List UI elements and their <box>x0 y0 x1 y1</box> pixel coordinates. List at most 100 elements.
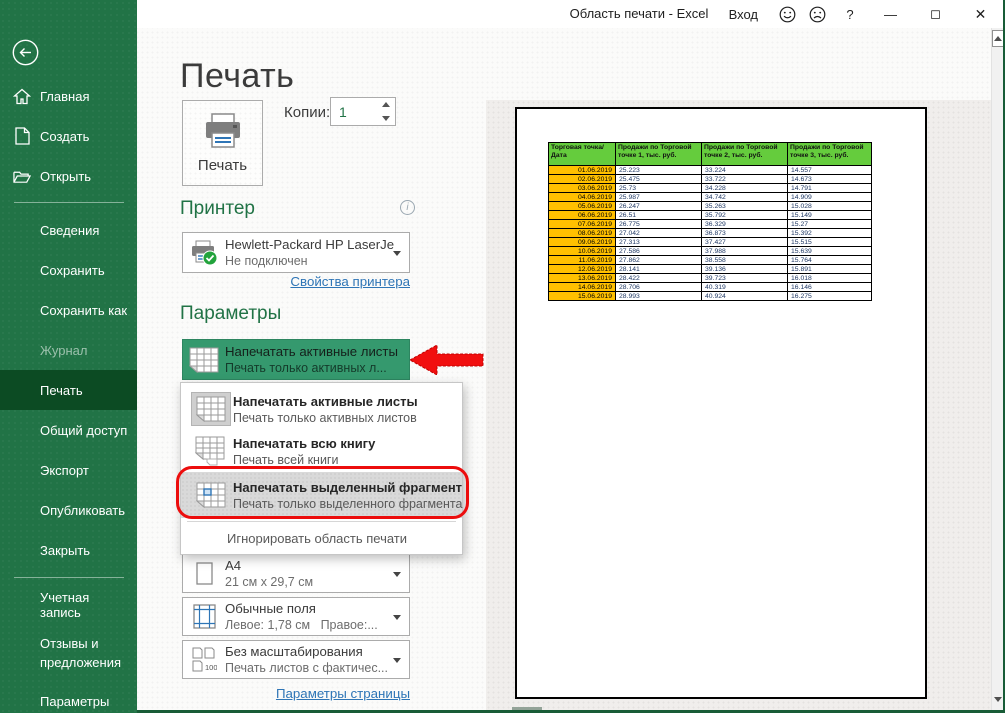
scaling-dropdown[interactable]: 100 Без масштабирования Печать листов с … <box>182 640 410 679</box>
menu-item-ignore-print-area[interactable]: Игнорировать область печати <box>181 525 462 550</box>
spinner-up-icon[interactable] <box>377 98 395 112</box>
menu-item-print-selection[interactable]: Напечатать выделенный фрагмент Печать то… <box>181 472 462 518</box>
table-value-cell: 40.319 <box>702 283 788 292</box>
paper-size-dropdown[interactable]: A4 21 см x 29,7 см <box>182 554 410 593</box>
table-value-cell: 27.586 <box>616 247 702 256</box>
table-row: 12.06.201928.14139.13615.891 <box>549 265 872 274</box>
table-value-cell: 36.329 <box>702 220 788 229</box>
table-value-cell: 25.73 <box>616 184 702 193</box>
entire-workbook-icon <box>189 436 233 466</box>
print-what-dropdown[interactable]: Напечатать активные листы Печать только … <box>182 339 410 380</box>
open-folder-icon <box>13 167 31 185</box>
menu-item-entire-workbook[interactable]: Напечатать всю книгу Печать всей книги <box>181 430 462 472</box>
print-what-selected-subtitle: Печать только активных л... <box>225 361 398 375</box>
printer-name: Hewlett-Packard HP LaserJe... <box>225 237 395 252</box>
spinner-down-icon[interactable] <box>377 112 395 126</box>
table-value-cell: 36.873 <box>702 229 788 238</box>
table-date-cell: 11.06.2019 <box>549 256 616 265</box>
sidebar-divider <box>14 577 124 578</box>
table-value-cell: 16.275 <box>788 292 872 301</box>
table-header-cell: Продажи по Торговой точке 2, тыс. руб. <box>702 143 788 166</box>
margins-subtitle: Левое: 1,78 см Правое:... <box>225 618 395 632</box>
table-value-cell: 39.136 <box>702 265 788 274</box>
table-value-cell: 39.723 <box>702 274 788 283</box>
sidebar-item-label: Параметры <box>40 694 109 709</box>
margins-dropdown[interactable]: Обычные поля Левое: 1,78 см Правое:... <box>182 597 410 636</box>
sidebar-item[interactable]: Опубликовать <box>0 490 137 530</box>
table-value-cell: 15.764 <box>788 256 872 265</box>
sidebar-item[interactable]: Главная <box>0 76 137 116</box>
menu-item-title: Напечатать выделенный фрагмент <box>233 480 462 495</box>
table-date-cell: 10.06.2019 <box>549 247 616 256</box>
copies-label: Копии: <box>284 104 330 121</box>
frown-feedback-icon[interactable] <box>802 0 832 28</box>
print-preview-area: Торговая точка/ ДатаПродажи по Торговой … <box>486 100 991 710</box>
printer-dropdown[interactable]: Hewlett-Packard HP LaserJe... Не подключ… <box>182 232 410 273</box>
sidebar-item[interactable]: Параметры <box>0 681 137 713</box>
printer-properties-link[interactable]: Свойства принтера <box>182 274 410 289</box>
sidebar-item[interactable]: Сохранить как <box>0 290 137 330</box>
sidebar-item[interactable]: Сохранить <box>0 250 137 290</box>
sidebar-item-label: Закрыть <box>40 543 90 558</box>
sidebar-item[interactable]: Экспорт <box>0 450 137 490</box>
table-value-cell: 28.706 <box>616 283 702 292</box>
sidebar-divider <box>14 202 124 203</box>
table-date-cell: 12.06.2019 <box>549 265 616 274</box>
printer-status-icon <box>183 240 225 266</box>
sidebar-item[interactable]: Учетная запись <box>0 585 137 625</box>
window-title: Область печати - Excel <box>570 0 709 28</box>
margins-title: Обычные поля <box>225 601 395 616</box>
table-date-cell: 01.06.2019 <box>549 166 616 175</box>
menu-item-title: Напечатать всю книгу <box>233 436 375 451</box>
help-button[interactable]: ? <box>832 0 868 28</box>
minimize-button[interactable]: — <box>868 0 913 28</box>
sidebar-item[interactable]: Создать <box>0 116 137 156</box>
info-icon[interactable]: i <box>400 200 415 215</box>
table-row: 09.06.201927.31337.42715.515 <box>549 238 872 247</box>
sign-in-button[interactable]: Вход <box>715 0 772 28</box>
sidebar-item-label: Открыть <box>40 169 91 184</box>
sidebar-item[interactable]: Отзывы и предложения <box>0 625 137 681</box>
sidebar-item[interactable]: Открыть <box>0 156 137 196</box>
active-sheets-icon <box>189 392 233 426</box>
sidebar-item[interactable]: Сведения <box>0 210 137 250</box>
table-value-cell: 14.557 <box>788 166 872 175</box>
menu-item-active-sheets[interactable]: Напечатать активные листы Печать только … <box>181 388 462 430</box>
copies-stepper[interactable] <box>330 97 396 126</box>
table-value-cell: 37.988 <box>702 247 788 256</box>
print-button[interactable]: Печать <box>182 100 263 186</box>
maximize-button[interactable]: ◻ <box>913 0 958 28</box>
sidebar-item-label: Сохранить как <box>40 303 127 318</box>
menu-item-subtitle: Печать всей книги <box>233 453 375 467</box>
page-setup-link[interactable]: Параметры страницы <box>182 686 410 701</box>
table-value-cell: 27.042 <box>616 229 702 238</box>
sidebar-item-label: Создать <box>40 129 89 144</box>
table-value-cell: 16.146 <box>788 283 872 292</box>
menu-item-title: Напечатать активные листы <box>233 394 418 409</box>
table-row: 01.06.201925.22333.22414.557 <box>549 166 872 175</box>
table-value-cell: 28.141 <box>616 265 702 274</box>
copies-input[interactable] <box>331 98 377 125</box>
margins-icon <box>183 604 225 629</box>
back-arrow-icon[interactable] <box>12 39 39 66</box>
settings-section-heading: Параметры <box>180 303 281 325</box>
table-value-cell: 15.639 <box>788 247 872 256</box>
table-date-cell: 05.06.2019 <box>549 202 616 211</box>
preview-table: Торговая точка/ ДатаПродажи по Торговой … <box>548 142 872 301</box>
printer-status: Не подключен <box>225 254 395 268</box>
table-row: 03.06.201925.7334.22814.791 <box>549 184 872 193</box>
sidebar-item[interactable]: Печать <box>0 370 137 410</box>
close-button[interactable]: ✕ <box>958 0 1003 28</box>
smiley-feedback-icon[interactable] <box>772 0 802 28</box>
sidebar-item[interactable]: Общий доступ <box>0 410 137 450</box>
home-icon <box>13 87 31 105</box>
svg-text:100: 100 <box>205 663 217 672</box>
print-preview-page: Торговая точка/ ДатаПродажи по Торговой … <box>515 107 927 699</box>
table-row: 05.06.201926.24735.26315.028 <box>549 202 872 211</box>
scaling-icon: 100 <box>183 647 225 673</box>
table-value-cell: 33.722 <box>702 175 788 184</box>
sidebar-item[interactable]: Закрыть <box>0 530 137 570</box>
table-row: 10.06.201927.58637.98815.639 <box>549 247 872 256</box>
table-header-cell: Продажи по Торговой точке 3, тыс. руб. <box>788 143 872 166</box>
chevron-down-icon <box>393 658 401 663</box>
